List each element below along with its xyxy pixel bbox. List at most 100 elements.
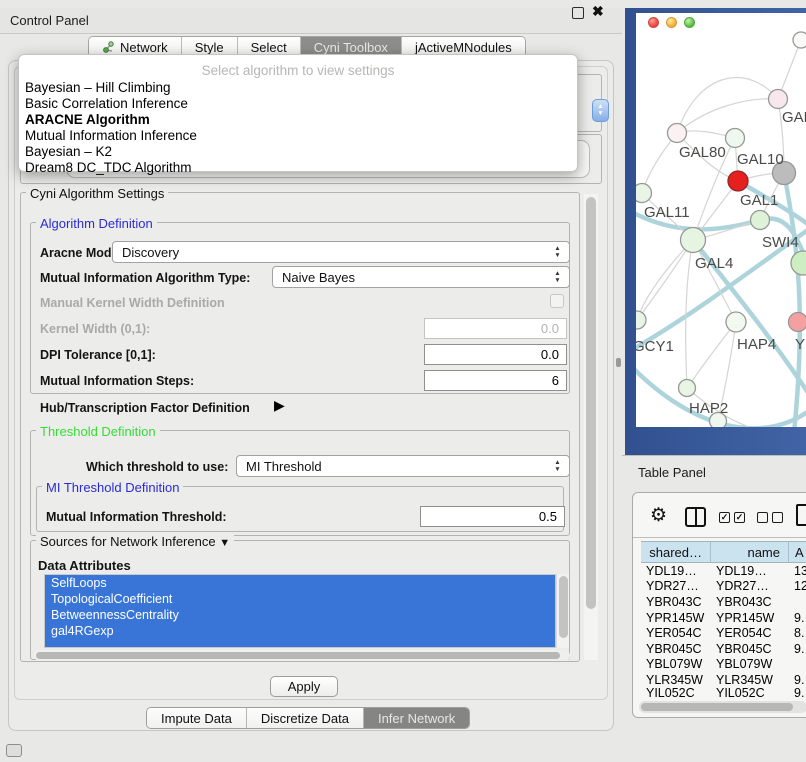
- aracne-mode-combo[interactable]: Discovery ▲▼: [112, 241, 570, 263]
- list-item-selfloops[interactable]: SelfLoops: [45, 575, 555, 591]
- node-swi4[interactable]: [751, 211, 770, 230]
- list-item-partial[interactable]: [45, 639, 555, 648]
- tab-infer-network[interactable]: Infer Network: [363, 708, 469, 728]
- label-gcy1: GCY1: [636, 338, 674, 355]
- node-gal10[interactable]: [726, 129, 745, 148]
- mi-algorithm-type-label: Mutual Information Algorithm Type:: [40, 271, 250, 285]
- table-row[interactable]: YPR145W YPR145W 9.: [641, 610, 806, 626]
- manual-kernel-width-checkbox[interactable]: [550, 294, 564, 308]
- list-item-betweennesscentrality[interactable]: BetweennessCentrality: [45, 607, 555, 623]
- node-gal80[interactable]: [668, 124, 687, 143]
- close-icon[interactable]: ✖: [592, 3, 604, 20]
- label-hap4: HAP4: [737, 336, 776, 353]
- table-row[interactable]: YDL19… YDL19… 13: [641, 563, 806, 579]
- table-panel-title: Table Panel: [638, 465, 706, 480]
- new-table-icon[interactable]: [796, 504, 806, 526]
- network-view-window[interactable]: GAL GAL80 GAL10 GAL1 GAL11 SWI4 GAL4 GCY…: [636, 13, 806, 427]
- table-row[interactable]: YLR345W YLR345W 9.: [641, 672, 806, 688]
- settings-scrollbar[interactable]: [584, 194, 598, 660]
- table-row[interactable]: YBR045C YBR045C 9.: [641, 641, 806, 657]
- mi-algorithm-type-combo[interactable]: Naive Bayes ▲▼: [272, 266, 570, 288]
- popup-item-dream8[interactable]: Dream8 DC_TDC Algorithm: [25, 160, 192, 175]
- gear-icon[interactable]: ⚙: [650, 506, 667, 525]
- mi-steps-field[interactable]: 6: [424, 370, 567, 391]
- dpi-tolerance-label: DPI Tolerance [0,1]:: [40, 348, 156, 362]
- minimized-panel-icon[interactable]: [6, 744, 22, 757]
- popup-item-aracne[interactable]: ARACNE Algorithm: [25, 112, 150, 127]
- table-hscrollbar-thumb[interactable]: [641, 703, 793, 711]
- kernel-width-label: Kernel Width (0,1):: [40, 322, 150, 336]
- table-row[interactable]: YBL079W YBL079W: [641, 657, 806, 673]
- cyni-algorithm-settings-legend: Cyni Algorithm Settings: [26, 186, 168, 201]
- popup-item-bayesian-hill-climbing[interactable]: Bayesian – Hill Climbing: [25, 80, 171, 95]
- popup-item-bayesian-k2[interactable]: Bayesian – K2: [25, 144, 112, 159]
- table-panel-titlebar: Table Panel: [622, 455, 806, 488]
- table-header-row: shared… name A: [641, 541, 806, 563]
- node-salmon[interactable]: [789, 313, 806, 332]
- popup-item-mutual-information[interactable]: Mutual Information Inference: [25, 128, 197, 143]
- select-all-checkboxes-icon[interactable]: ✓✓: [719, 512, 745, 523]
- table-panel: ⚙ ✓✓ shared… name A YDL19… YDL19… 13 YDR…: [632, 492, 806, 718]
- panel-splitter-handle[interactable]: [616, 358, 621, 367]
- node-big-green[interactable]: [791, 251, 806, 275]
- attributes-list-scrollbar[interactable]: [556, 574, 569, 648]
- algorithm-combo-spinner[interactable]: ▲▼: [592, 99, 609, 122]
- column-header-name[interactable]: name: [711, 542, 789, 562]
- node-gcy1[interactable]: [636, 311, 646, 329]
- label-gal: GAL: [782, 109, 806, 126]
- threshold-definition-legend: Threshold Definition: [36, 424, 160, 439]
- application-root: Control Panel ✖ Network Style Select Cyn…: [0, 0, 806, 762]
- node-gal11[interactable]: [636, 184, 652, 203]
- expand-arrow-icon[interactable]: ▶: [274, 397, 285, 414]
- node-hap2[interactable]: [679, 380, 696, 397]
- popup-placeholder: Select algorithm to view settings: [19, 63, 577, 78]
- attributes-scrollbar-thumb[interactable]: [559, 576, 568, 638]
- network-canvas[interactable]: GAL GAL80 GAL10 GAL1 GAL11 SWI4 GAL4 GCY…: [636, 13, 806, 427]
- kernel-width-field[interactable]: 0.0: [424, 318, 567, 339]
- deselect-all-checkboxes-icon[interactable]: [757, 512, 783, 523]
- collapse-arrow-icon[interactable]: ▼: [219, 537, 230, 549]
- column-header-shared-name[interactable]: shared…: [641, 542, 711, 562]
- bottom-tabbar: Impute Data Discretize Data Infer Networ…: [146, 707, 470, 729]
- label-gal10: GAL10: [737, 151, 784, 168]
- column-header-clipped[interactable]: A: [789, 542, 806, 562]
- network-labels: GAL GAL80 GAL10 GAL1 GAL11 SWI4 GAL4 GCY…: [636, 109, 806, 417]
- settings-scrollbar-thumb[interactable]: [586, 197, 596, 609]
- hub-transcription-label: Hub/Transcription Factor Definition: [40, 401, 250, 415]
- table-row[interactable]: YBR043C YBR043C: [641, 594, 806, 610]
- mi-threshold-field[interactable]: 0.5: [420, 506, 565, 527]
- apply-button[interactable]: Apply: [270, 676, 338, 697]
- list-item-topologicalcoefficient[interactable]: TopologicalCoefficient: [45, 591, 555, 607]
- node-gal-pink[interactable]: [769, 90, 788, 109]
- node-gal4[interactable]: [681, 228, 706, 253]
- table-row[interactable]: YER054C YER054C 8.: [641, 625, 806, 641]
- attributes-hscrollbar-thumb[interactable]: [36, 652, 560, 659]
- label-gal11: GAL11: [644, 204, 690, 221]
- combo-arrows-icon: ▲▼: [553, 245, 562, 259]
- node-partial-top[interactable]: [793, 32, 806, 48]
- label-gal80: GAL80: [679, 144, 726, 161]
- list-item-gal4rgexp[interactable]: gal4RGexp: [45, 623, 555, 639]
- columns-icon[interactable]: [685, 507, 706, 527]
- which-threshold-combo[interactable]: MI Threshold ▲▼: [236, 455, 570, 477]
- popup-item-basic-correlation[interactable]: Basic Correlation Inference: [25, 96, 188, 111]
- label-y-partial: Y: [795, 336, 805, 353]
- data-attributes-list[interactable]: SelfLoops TopologicalCoefficient Between…: [44, 574, 556, 648]
- tab-discretize-data[interactable]: Discretize Data: [246, 708, 363, 728]
- dpi-tolerance-field[interactable]: 0.0: [424, 344, 567, 365]
- table-row[interactable]: YDR27… YDR27… 12: [641, 579, 806, 595]
- node-red-gal1[interactable]: [728, 171, 748, 191]
- algorithm-definition-legend: Algorithm Definition: [36, 216, 157, 231]
- label-gal1: GAL1: [740, 192, 778, 209]
- table-hscrollbar[interactable]: [639, 701, 806, 713]
- algorithm-dropdown-popup: Select algorithm to view settings Bayesi…: [18, 54, 578, 172]
- tab-impute-data[interactable]: Impute Data: [147, 708, 246, 728]
- node-hap4[interactable]: [726, 312, 746, 332]
- table-row-clipped[interactable]: YIL052C YIL052C 9.: [641, 688, 806, 698]
- label-hap2: HAP2: [689, 400, 728, 417]
- label-gal4: GAL4: [695, 255, 733, 272]
- mi-steps-label: Mutual Information Steps:: [40, 374, 194, 388]
- network-icon: [102, 41, 115, 54]
- float-window-icon[interactable]: [572, 7, 584, 19]
- attributes-hscrollbar[interactable]: [34, 650, 570, 661]
